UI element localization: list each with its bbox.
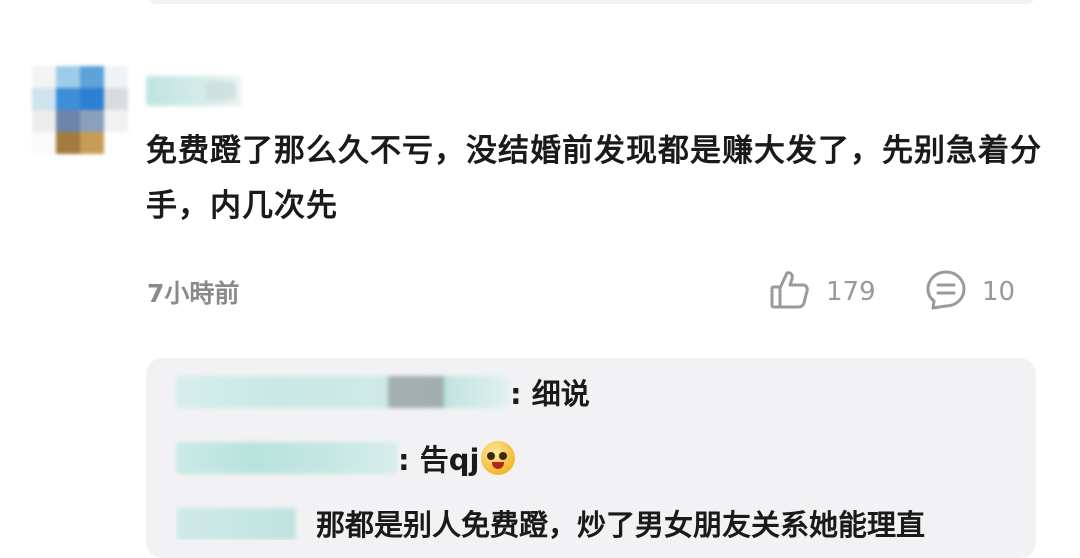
reply-item[interactable]: 那都是别人免费蹬，炒了男女朋友关系她能理直	[176, 500, 1036, 540]
reply-text: : 告qj	[398, 443, 480, 477]
like-count: 179	[826, 277, 876, 307]
comment-timestamp: 7小時前	[147, 279, 240, 308]
laughing-emoji-icon	[481, 441, 516, 475]
reply-count: 10	[982, 277, 1016, 307]
username-blurred[interactable]	[146, 76, 242, 106]
reply-username-blurred[interactable]	[176, 442, 398, 474]
reply-text: 那都是别人免费蹬，炒了男女朋友关系她能理直	[316, 508, 926, 540]
comment-bubble-icon	[924, 268, 968, 316]
reply-item[interactable]: : 细说	[176, 372, 590, 412]
previous-card-edge	[146, 0, 1036, 4]
reply-button[interactable]: 10	[924, 270, 1015, 314]
reply-username-blurred[interactable]	[176, 508, 296, 540]
like-button[interactable]: 179	[768, 270, 876, 314]
reply-text: : 细说	[510, 377, 590, 411]
thumbs-up-icon	[768, 268, 812, 316]
reply-item[interactable]: : 告qj	[176, 438, 516, 478]
reply-username-blurred[interactable]	[176, 376, 510, 408]
comment-text: 免费蹬了那么久不亏，没结婚前发现都是赚大发了，先别急着分手，内几次先	[146, 133, 1042, 224]
user-avatar[interactable]	[32, 66, 128, 156]
